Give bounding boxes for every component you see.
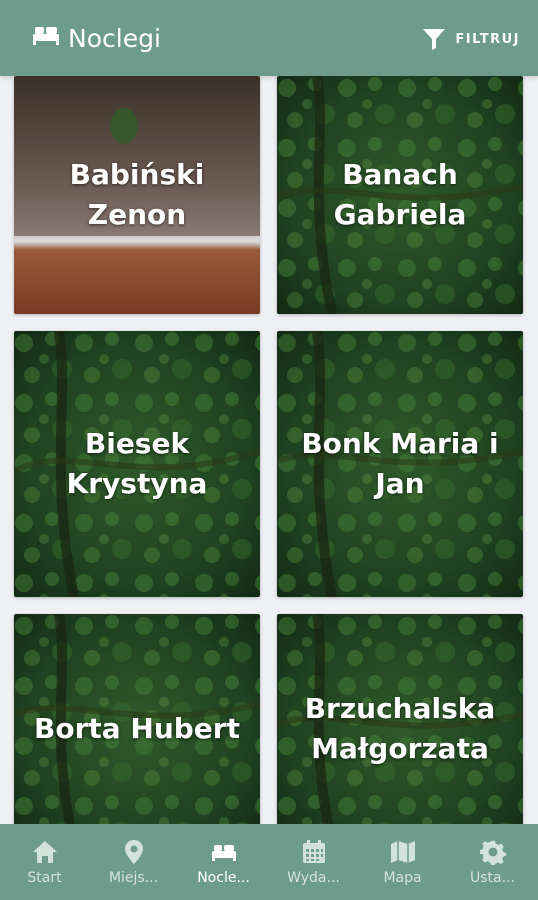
nav-item-settings[interactable]: Usta... [448,824,537,900]
accommodation-card[interactable]: Banach Gabriela [277,76,523,314]
bed-icon [33,27,59,45]
nav-item-accommodation[interactable]: Nocle... [179,824,268,900]
map-pin-icon [124,839,143,864]
home-icon [32,840,57,863]
card-title: Biesek Krystyna [66,427,208,500]
bed-icon [211,844,236,861]
nav-item-events[interactable]: Wyda... [269,824,358,900]
nav-label: Start [27,869,62,886]
card-title: Bonk Maria i Jan [301,427,499,500]
calendar-icon [302,839,325,863]
nav-label: Nocle... [197,869,250,886]
card-title: Babiński Zenon [69,158,205,231]
nav-item-map[interactable]: Mapa [358,824,447,900]
accommodation-card[interactable]: Babiński Zenon [14,76,260,314]
top-app-bar: Noclegi FILTRUJ [0,0,538,76]
accommodation-card[interactable]: Bonk Maria i Jan [277,331,523,597]
filter-button[interactable]: FILTRUJ [421,24,520,54]
card-title: Banach Gabriela [333,158,467,231]
bottom-navigation: Start Miejs... Nocle... Wyda... Mapa Ust… [0,824,538,900]
filter-icon [423,29,446,50]
nav-label: Usta... [470,869,515,886]
map-icon [390,840,415,863]
accommodation-card[interactable]: Biesek Krystyna [14,331,260,597]
filter-label: FILTRUJ [455,31,520,47]
card-title: Borta Hubert [33,712,240,745]
nav-label: Mapa [383,869,422,886]
page-title: Noclegi [68,24,161,53]
accommodation-card[interactable]: Borta Hubert [14,614,260,824]
nav-item-start[interactable]: Start [0,824,89,900]
nav-label: Wyda... [287,869,340,886]
card-title: Brzuchalska Małgorzata [304,692,496,765]
accommodation-card[interactable]: Brzuchalska Małgorzata [277,614,523,824]
nav-item-places[interactable]: Miejs... [89,824,178,900]
gear-icon [479,840,506,865]
accommodation-grid: Babiński Zenon Banach Gabriela Biesek Kr… [0,76,538,824]
nav-label: Miejs... [108,869,159,886]
